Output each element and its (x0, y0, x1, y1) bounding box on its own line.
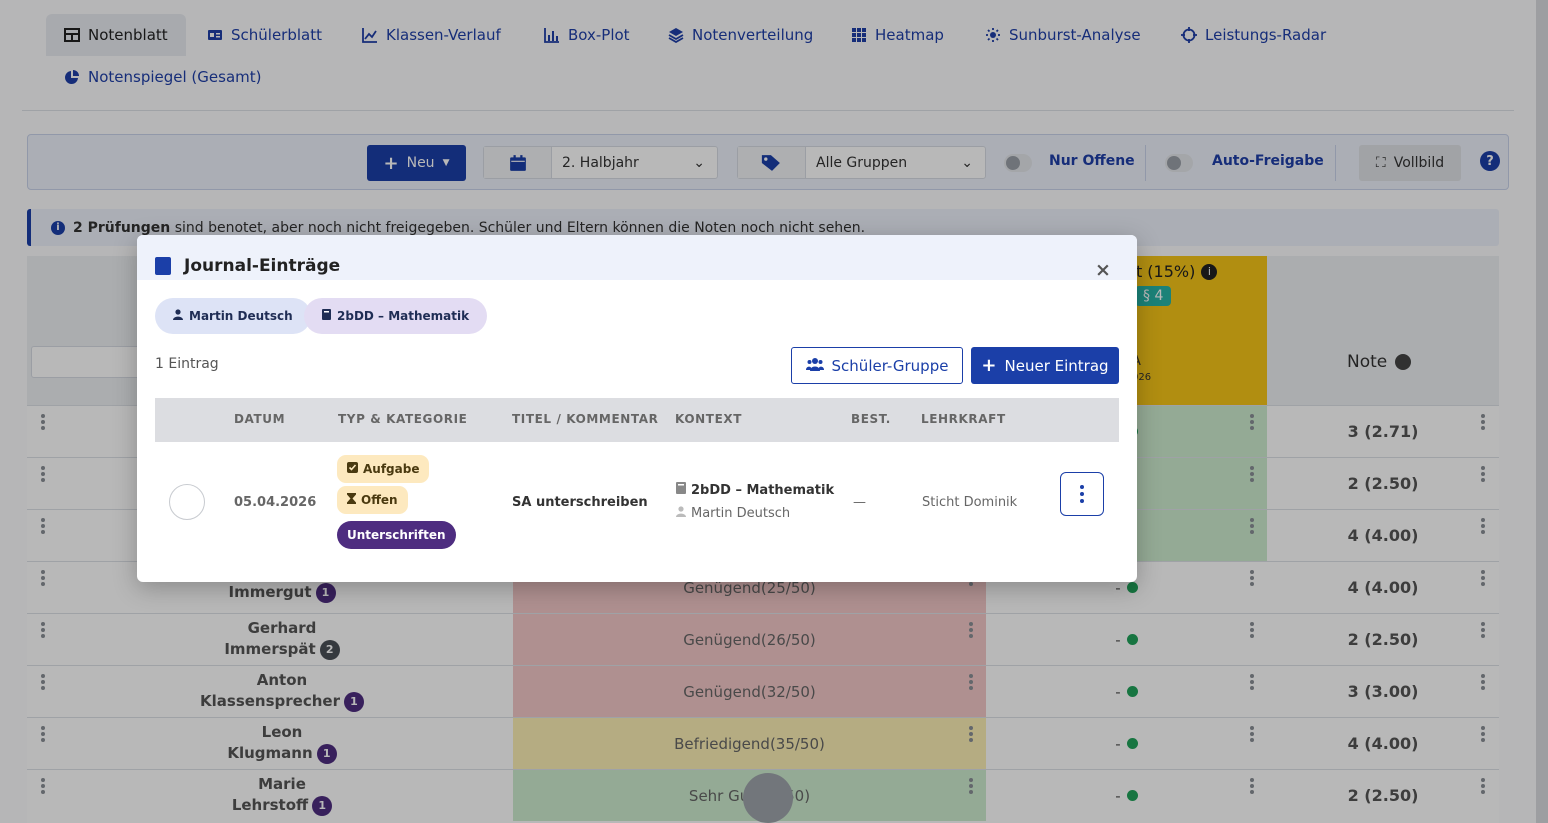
journal-modal: Journal-Einträge × Martin Deutsch 2bDD –… (137, 235, 1137, 582)
col-context[interactable]: KONTEXT (675, 412, 742, 426)
grade-app: Notenblatt Schülerblatt Klassen-Verlauf … (0, 0, 1548, 823)
status-label: Offen (361, 493, 398, 507)
col-best[interactable]: BEST. (851, 412, 891, 426)
kebab-dot (1080, 485, 1084, 489)
button-label: Neuer Eintrag (1004, 356, 1109, 375)
plus-icon: + (981, 355, 997, 376)
context-class-label: 2bDD – Mathematik (691, 482, 835, 498)
entry-teacher: Sticht Dominik (922, 495, 1018, 510)
modal-title: Journal-Einträge (184, 256, 341, 276)
user-icon (173, 309, 183, 323)
type-badge: Aufgabe (337, 455, 430, 483)
book-icon (676, 482, 686, 498)
button-label: Schüler-Gruppe (831, 356, 949, 375)
kebab-dot (1080, 492, 1084, 496)
category-badge: Unterschriften (337, 521, 456, 549)
col-title[interactable]: TITEL / KOMMENTAR (512, 412, 658, 426)
type-label: Aufgabe (363, 462, 420, 476)
context-student[interactable]: Martin Deutsch (676, 506, 790, 521)
entry-date: 05.04.2026 (234, 495, 317, 510)
new-entry-button[interactable]: + Neuer Eintrag (971, 347, 1119, 384)
entry-title: SA unterschreiben (512, 495, 648, 510)
chip-label: 2bDD – Mathematik (337, 309, 470, 323)
journal-book-icon (155, 257, 171, 275)
student-chip[interactable]: Martin Deutsch (155, 298, 311, 334)
hourglass-icon (347, 493, 356, 507)
users-icon (805, 357, 824, 375)
context-class[interactable]: 2bDD – Mathematik (676, 482, 834, 498)
entries-table-header: DATUM TYP & KATEGORIE TITEL / KOMMENTAR … (155, 398, 1119, 442)
check-square-icon (347, 462, 358, 476)
chip-label: Martin Deutsch (189, 309, 293, 323)
book-icon (322, 309, 331, 323)
col-date[interactable]: DATUM (234, 412, 285, 426)
status-badge: Offen (337, 486, 408, 514)
kebab-dot (1080, 499, 1084, 503)
student-group-button[interactable]: Schüler-Gruppe (791, 347, 963, 384)
user-icon (676, 506, 686, 521)
context-student-label: Martin Deutsch (691, 506, 791, 521)
entry-count: 1 Eintrag (155, 356, 219, 372)
entry-best: — (853, 495, 866, 510)
class-chip[interactable]: 2bDD – Mathematik (304, 298, 488, 334)
col-teacher[interactable]: LEHRKRAFT (921, 412, 1006, 426)
entry-complete-checkbox[interactable] (169, 484, 205, 520)
col-type[interactable]: TYP & KATEGORIE (338, 412, 467, 426)
close-icon[interactable]: × (1095, 259, 1111, 281)
entry-actions-button[interactable] (1060, 472, 1104, 516)
